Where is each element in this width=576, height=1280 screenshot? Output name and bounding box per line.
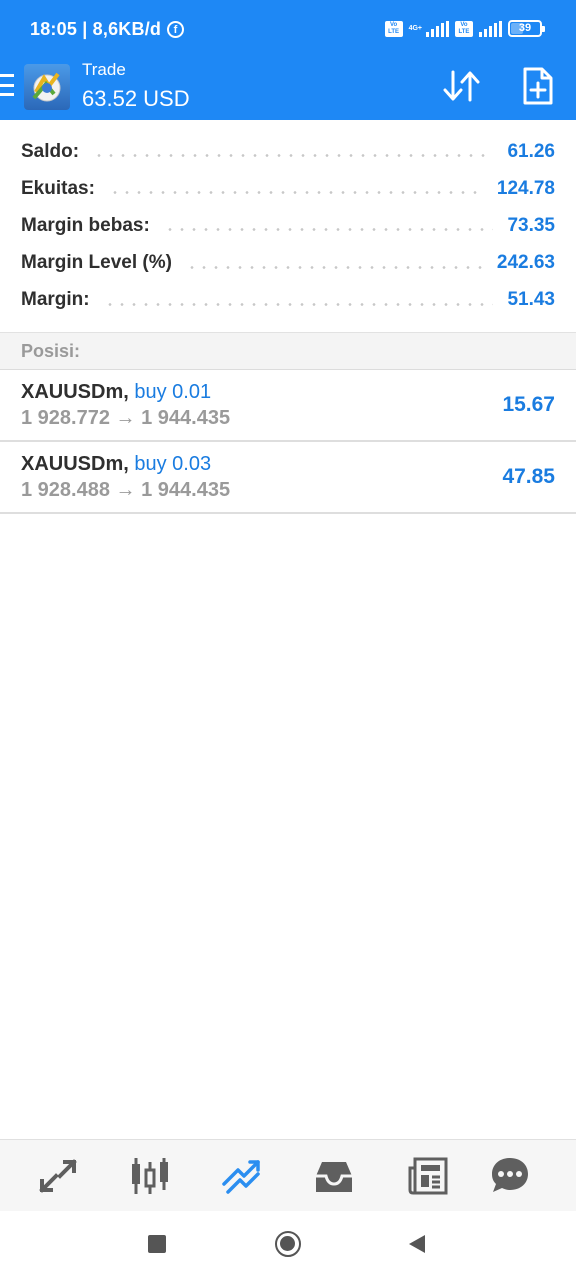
news-icon[interactable] (406, 1154, 450, 1198)
recent-apps-icon[interactable] (148, 1235, 166, 1253)
position-profit: 15.67 (502, 393, 555, 416)
position-symbol: XAUUSDm, (21, 453, 129, 475)
history-icon[interactable] (312, 1154, 356, 1198)
app-bar: Trade 63.52 USD (0, 58, 576, 120)
summary-label: Ekuitas: (21, 177, 95, 199)
quotes-icon[interactable] (36, 1154, 80, 1198)
account-summary: Saldo: 61.26 Ekuitas: 124.78 Margin beba… (0, 133, 576, 319)
chart-icon[interactable] (128, 1154, 172, 1198)
positions-header-label: Posisi: (21, 341, 81, 361)
summary-row-margin-bebas: Margin bebas: 73.35 (0, 207, 576, 244)
dotted-leader (93, 154, 494, 158)
summary-label: Margin: (21, 289, 90, 311)
position-title: XAUUSDm, buy 0.01 (21, 381, 211, 404)
network-type-label: 4G+ (408, 24, 422, 32)
summary-label: Margin bebas: (21, 214, 150, 236)
summary-label: Saldo: (21, 140, 80, 162)
summary-value: 61.26 (507, 140, 555, 162)
time-speed-text: 18:05 | 8,6KB/d (30, 19, 162, 39)
account-balance: 63.52 USD (82, 86, 190, 111)
positions-section-header: Posisi: (0, 332, 576, 370)
system-navigation-bar (0, 1211, 576, 1280)
dotted-leader (108, 191, 483, 195)
new-document-icon[interactable] (521, 66, 555, 106)
summary-label: Margin Level (%) (21, 252, 172, 274)
dotted-leader (103, 302, 494, 306)
volte-icon-2: Vo LTE (455, 20, 473, 37)
position-prices: 1 928.772 → 1 944.435 (21, 407, 231, 429)
status-time: 18:05 | 8,6KB/d f (30, 19, 185, 40)
home-button-icon[interactable] (275, 1231, 301, 1257)
signal-icon (426, 20, 449, 37)
hamburger-icon[interactable] (0, 74, 14, 96)
position-row[interactable]: XAUUSDm, buy 0.03 1 928.488 → 1 944.435 … (0, 442, 576, 514)
summary-row-saldo: Saldo: 61.26 (0, 133, 576, 170)
trade-icon[interactable] (220, 1154, 264, 1198)
dotted-leader (163, 228, 494, 232)
position-row[interactable]: XAUUSDm, buy 0.01 1 928.772 → 1 944.435 … (0, 370, 576, 442)
dotted-leader (185, 265, 483, 269)
battery-level: 39 (518, 22, 532, 34)
position-symbol: XAUUSDm, (21, 381, 129, 403)
positions-list: XAUUSDm, buy 0.01 1 928.772 → 1 944.435 … (0, 370, 576, 514)
page-title: Trade (82, 60, 126, 79)
back-icon[interactable] (407, 1234, 427, 1254)
bottom-navigation (0, 1139, 576, 1211)
position-side: buy 0.01 (134, 381, 212, 403)
volte-icon: Vo LTE (384, 20, 403, 37)
facebook-icon: f (167, 21, 185, 38)
summary-value: 124.78 (496, 177, 555, 199)
position-title: XAUUSDm, buy 0.03 (21, 453, 211, 476)
metatrader-logo-icon (24, 64, 70, 110)
status-indicators: Vo LTE 4G+ Vo LTE 39 (384, 20, 545, 37)
summary-row-margin-level: Margin Level (%) 242.63 (0, 245, 576, 282)
summary-value: 73.35 (507, 214, 555, 236)
battery-icon: 39 (508, 20, 545, 37)
chat-icon[interactable] (488, 1154, 532, 1198)
position-side: buy 0.03 (134, 453, 212, 475)
summary-value: 51.43 (507, 289, 555, 311)
status-bar: 18:05 | 8,6KB/d f Vo LTE 4G+ Vo LTE 39 (0, 0, 576, 58)
position-profit: 47.85 (502, 465, 555, 488)
position-prices: 1 928.488 → 1 944.435 (21, 479, 231, 501)
summary-row-ekuitas: Ekuitas: 124.78 (0, 170, 576, 207)
sort-arrows-icon[interactable] (441, 66, 483, 106)
signal-icon-2 (479, 20, 502, 37)
summary-value: 242.63 (496, 252, 555, 274)
summary-row-margin: Margin: 51.43 (0, 282, 576, 319)
